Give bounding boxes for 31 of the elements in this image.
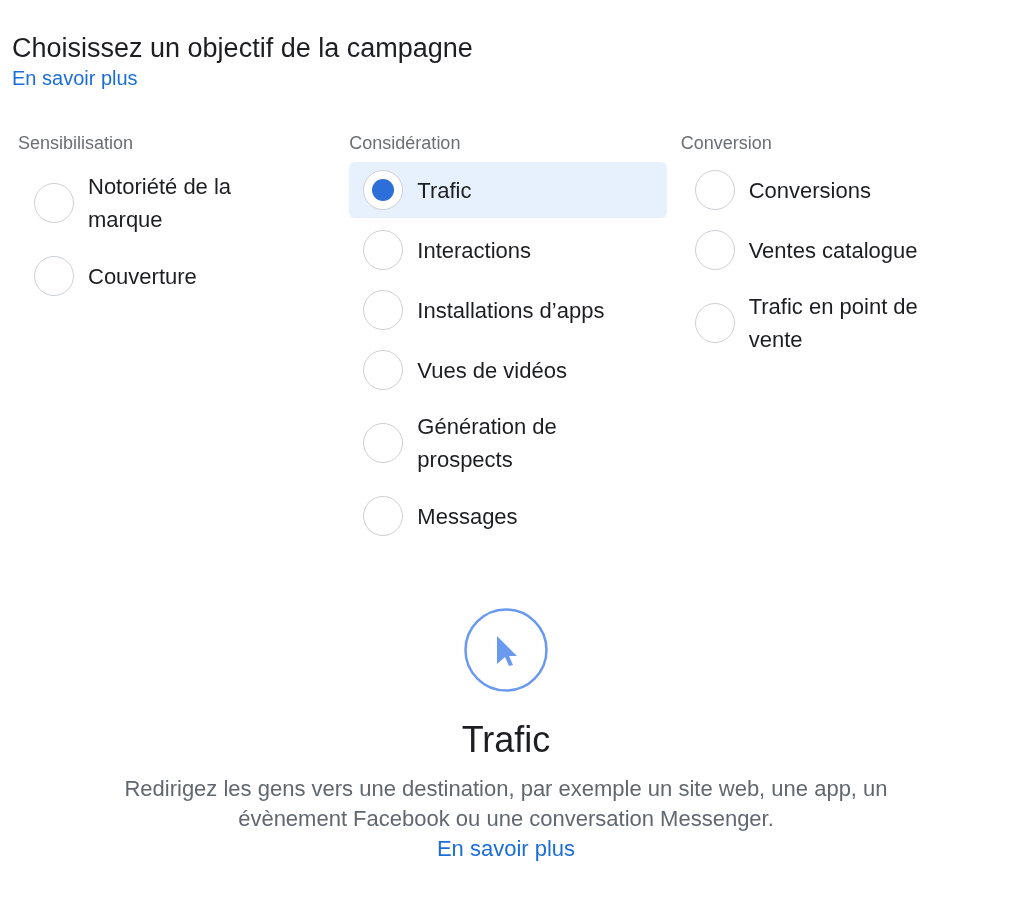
- learn-more-link[interactable]: En savoir plus: [436, 834, 576, 864]
- objective-option[interactable]: Interactions: [349, 222, 668, 278]
- objective-option[interactable]: Génération de prospects: [349, 402, 668, 484]
- cursor-icon: [464, 608, 548, 692]
- objective-option[interactable]: Couverture: [18, 248, 338, 304]
- radio-button[interactable]: [363, 230, 404, 270]
- group-heading: Conversion: [680, 132, 772, 154]
- learn-more-link[interactable]: En savoir plus: [12, 66, 138, 90]
- radio-button[interactable]: [363, 496, 404, 536]
- radio-button[interactable]: [34, 256, 74, 296]
- radio-button[interactable]: [363, 170, 404, 210]
- radio-button[interactable]: [34, 183, 74, 223]
- objective-description: Redirigez les gens vers une destination, par exemple un site web, une app, un évènement Facebook ou une conversation Messenger.: [123, 775, 889, 833]
- objective-option[interactable]: Messages: [349, 488, 668, 544]
- objective-option[interactable]: Trafic en point de vente: [680, 282, 999, 364]
- radio-button[interactable]: [363, 290, 404, 330]
- group-heading: Considération: [349, 132, 461, 154]
- radio-button[interactable]: [363, 350, 404, 390]
- page-title: Choisissez un objectif de la campagne: [12, 32, 473, 65]
- radio-button[interactable]: [694, 230, 735, 270]
- objective-option[interactable]: Installations d’apps: [349, 282, 668, 338]
- radio-button[interactable]: [363, 423, 404, 463]
- objective-option[interactable]: Vues de vidéos: [349, 342, 668, 398]
- radio-button[interactable]: [694, 170, 735, 210]
- group-heading: Sensibilisation: [18, 132, 134, 154]
- objective-option[interactable]: Trafic: [349, 162, 668, 218]
- objective-option[interactable]: Conversions: [680, 162, 999, 218]
- objective-option[interactable]: Notoriété de la marque: [18, 162, 338, 244]
- objective-title: Trafic: [461, 718, 551, 762]
- objective-option[interactable]: Ventes catalogue: [680, 222, 999, 278]
- radio-button[interactable]: [694, 303, 735, 343]
